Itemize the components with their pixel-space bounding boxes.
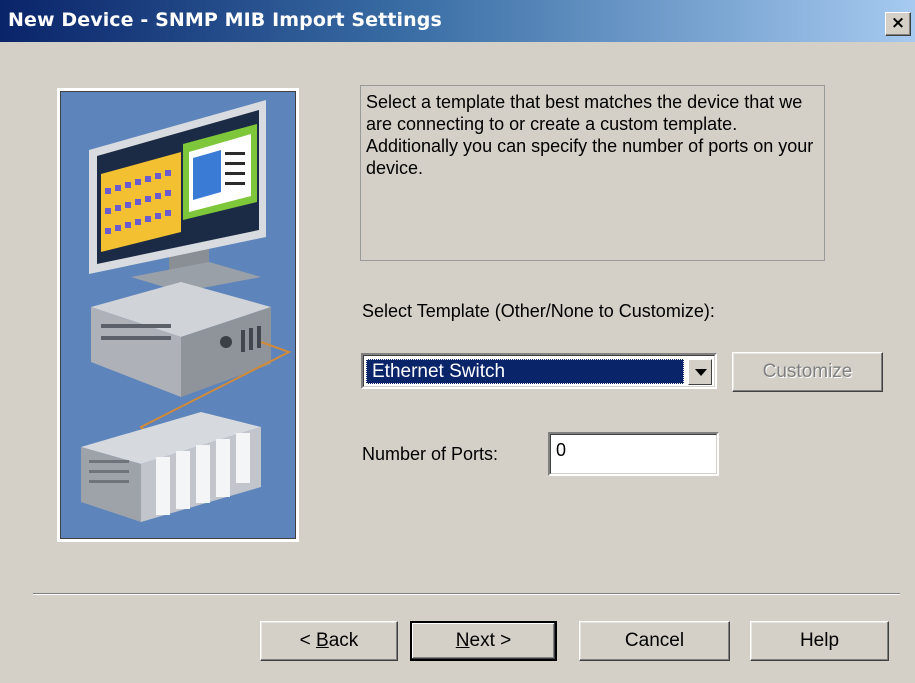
wizard-illustration [57, 88, 299, 542]
separator [33, 593, 900, 595]
help-button[interactable]: Help [750, 621, 889, 661]
back-accelerator: B [316, 630, 329, 651]
customize-button[interactable]: Customize [732, 352, 883, 392]
window-title: New Device - SNMP MIB Import Settings [8, 9, 442, 31]
ports-label: Number of Ports: [362, 444, 499, 464]
back-prefix: < [299, 630, 317, 651]
description-text: Select a template that best matches the … [366, 92, 814, 178]
back-label: ack [328, 630, 359, 651]
template-label: Select Template (Other/None to Customize… [362, 301, 715, 321]
computer-and-plc-icon [61, 92, 295, 538]
title-bar[interactable]: New Device - SNMP MIB Import Settings × [0, 0, 915, 42]
chevron-down-icon[interactable] [688, 359, 712, 385]
cancel-button[interactable]: Cancel [579, 621, 730, 661]
dialog-window: New Device - SNMP MIB Import Settings × [0, 0, 915, 683]
illustration-frame [60, 91, 296, 539]
next-accelerator: N [455, 630, 470, 651]
template-select[interactable]: Ethernet Switch [361, 353, 717, 389]
ports-input[interactable]: 0 [548, 432, 719, 476]
template-selected-value[interactable]: Ethernet Switch [366, 359, 684, 384]
ports-value[interactable]: 0 [550, 434, 717, 474]
description-box: Select a template that best matches the … [360, 85, 825, 261]
next-button[interactable]: Next > [410, 621, 557, 661]
back-button[interactable]: < Back [260, 621, 398, 661]
template-select-frame: Ethernet Switch [363, 355, 715, 387]
next-label: ext > [469, 630, 512, 651]
close-button[interactable]: × [885, 12, 911, 36]
